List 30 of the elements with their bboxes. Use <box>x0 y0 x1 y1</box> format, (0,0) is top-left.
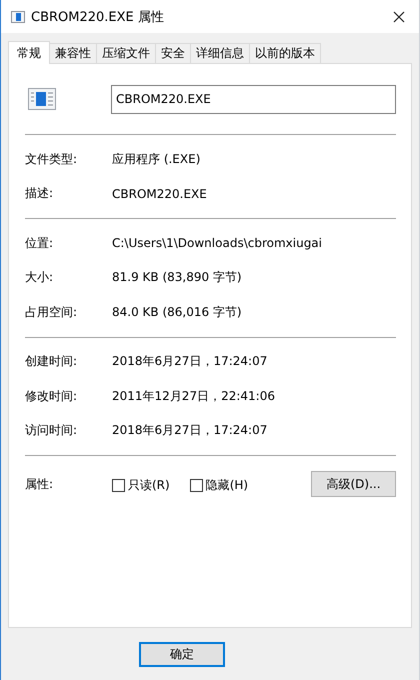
tab[interactable]: 常规 <box>8 41 50 64</box>
checkbox-label: 只读(R) <box>128 476 170 494</box>
property-value: 2011年12月27日，22:41:06 <box>112 388 275 405</box>
property-label: 创建时间: <box>25 353 78 370</box>
checkbox[interactable] <box>112 478 125 492</box>
application-icon <box>28 88 56 110</box>
property-label: 描述: <box>25 185 54 202</box>
close-icon[interactable] <box>393 10 405 22</box>
checkbox-label: 隐藏(H) <box>206 476 248 494</box>
property-value: C:\Users\1\Downloads\cbromxiugai <box>112 236 322 250</box>
property-value: CBROM220.EXE <box>112 186 207 201</box>
property-value: 应用程序 (.EXE) <box>112 150 200 168</box>
ok-button[interactable]: 确定 <box>139 642 225 666</box>
file-name-field[interactable]: CBROM220.EXE <box>111 84 396 114</box>
property-value: 2018年6月27日，17:24:07 <box>112 422 268 440</box>
property-label: 访问时间: <box>25 422 78 440</box>
property-value: 81.9 KB (83,890 字节) <box>112 269 242 286</box>
tab[interactable]: 以前的版本 <box>249 43 321 63</box>
window-icon <box>11 10 25 22</box>
checkbox[interactable] <box>190 478 203 492</box>
property-label: 文件类型: <box>25 150 78 168</box>
property-value: 2018年6月27日，17:24:07 <box>112 353 268 370</box>
window-title: CBROM220.EXE 属性 <box>31 8 165 26</box>
attributes-label: 属性: <box>25 476 54 492</box>
property-label: 修改时间: <box>25 388 78 405</box>
property-label: 占用空间: <box>25 304 78 321</box>
advanced-button[interactable]: 高级(D)... <box>311 471 396 497</box>
property-label: 大小: <box>25 269 54 286</box>
property-value: 84.0 KB (86,016 字节) <box>112 304 242 321</box>
property-label: 位置: <box>25 234 54 252</box>
